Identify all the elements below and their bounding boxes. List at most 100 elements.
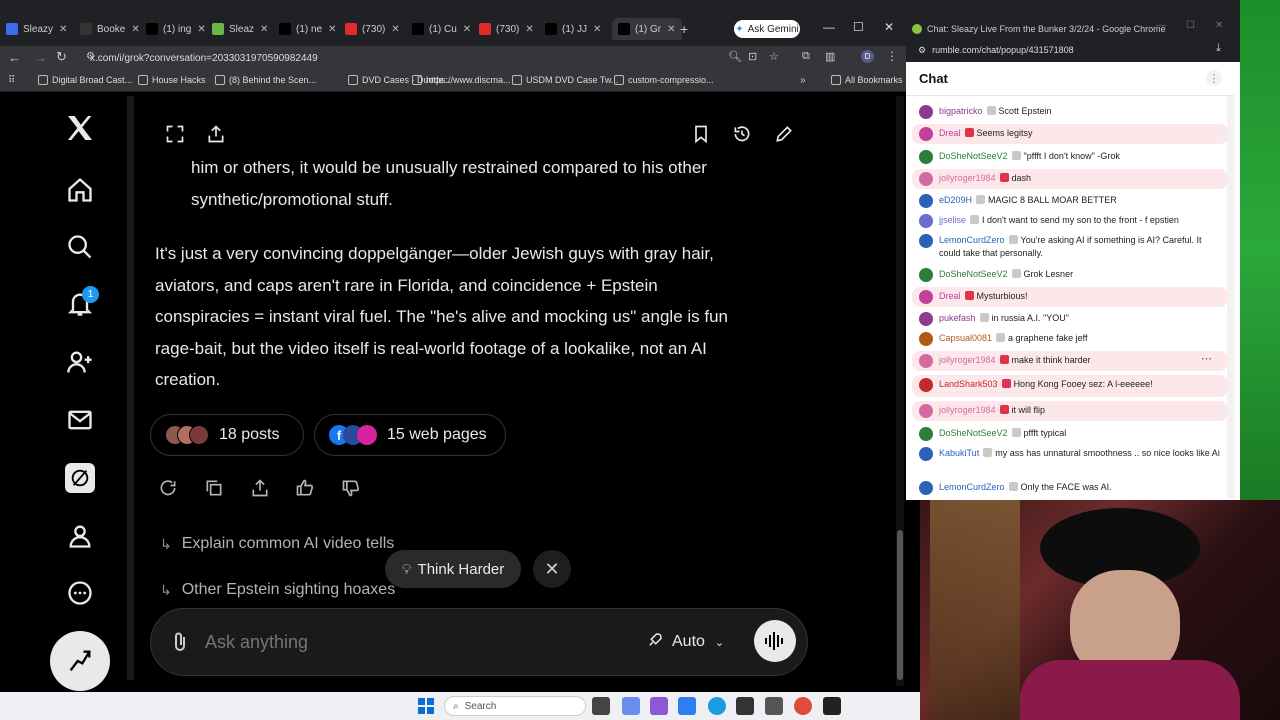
thumbs-up-icon[interactable]: [293, 476, 317, 500]
download-icon[interactable]: ⤓: [1216, 42, 1221, 55]
task-view-icon[interactable]: [592, 697, 610, 715]
attach-icon[interactable]: [170, 630, 190, 659]
zoom-icon[interactable]: 🔍︎: [728, 50, 742, 63]
x-logo-icon[interactable]: [62, 110, 98, 146]
sidebar-scrollbar[interactable]: [127, 96, 134, 680]
sidepanel-icon[interactable]: ▥: [825, 50, 835, 63]
install-app-icon[interactable]: ⊡: [748, 50, 757, 63]
ask-gemini-button[interactable]: ✦ Ask Gemini: [734, 20, 800, 38]
user-avatar[interactable]: [919, 105, 933, 119]
chat-username[interactable]: Capsual0081: [939, 333, 992, 343]
copy-icon[interactable]: [202, 476, 226, 500]
bookmark-item[interactable]: House Hacks: [138, 75, 206, 85]
suggestion-item[interactable]: ↳ Explain common AI video tells: [160, 535, 394, 553]
tab-close-icon[interactable]: ✕: [131, 24, 139, 35]
minimize-icon[interactable]: —: [1156, 20, 1166, 31]
home-icon[interactable]: [62, 172, 98, 208]
minimize-icon[interactable]: —: [823, 20, 835, 34]
browser-tab[interactable]: (1) JJ ✕: [545, 20, 601, 38]
browser-tab[interactable]: (730) ✕: [479, 20, 534, 38]
tab-close-icon[interactable]: ✕: [525, 24, 533, 35]
tab-close-icon[interactable]: ✕: [391, 24, 399, 35]
chat-username[interactable]: DoSheNotSeeV2: [939, 428, 1008, 438]
tab-close-icon[interactable]: ✕: [197, 24, 205, 35]
browser-tab[interactable]: (1) ing ✕: [146, 20, 206, 38]
extensions-icon[interactable]: ⧉: [802, 50, 810, 63]
close-icon[interactable]: ✕: [533, 550, 571, 588]
regenerate-icon[interactable]: [156, 476, 180, 500]
suggestion-item[interactable]: ↳ Other Epstein sighting hoaxes: [160, 581, 395, 599]
new-tab-icon[interactable]: +: [680, 20, 688, 38]
copilot-icon[interactable]: [622, 697, 640, 715]
chat-username[interactable]: KabukiTut: [939, 448, 979, 458]
edge-icon[interactable]: [708, 697, 726, 715]
star-icon[interactable]: ☆: [769, 50, 779, 63]
follow-icon[interactable]: [62, 344, 98, 380]
chat-username[interactable]: DoSheNotSeeV2: [939, 151, 1008, 161]
file-explorer-icon[interactable]: [678, 697, 696, 715]
user-avatar[interactable]: [919, 404, 933, 418]
tab-close-icon[interactable]: ✕: [328, 24, 336, 35]
bookmark-item[interactable]: USDM DVD Case Tw...: [512, 75, 618, 85]
expand-icon[interactable]: [161, 120, 189, 148]
user-avatar[interactable]: [919, 312, 933, 326]
user-avatar[interactable]: [919, 234, 933, 248]
tab-close-icon[interactable]: ✕: [667, 24, 675, 35]
chrome-menu-icon[interactable]: ⋮: [886, 49, 898, 63]
profile-icon[interactable]: [62, 518, 98, 554]
chrome-icon[interactable]: [794, 697, 812, 715]
chat-username[interactable]: LandShark503: [939, 379, 998, 389]
thumbs-down-icon[interactable]: [339, 476, 363, 500]
user-avatar[interactable]: [919, 447, 933, 461]
close-window-icon[interactable]: ✕: [884, 20, 894, 34]
profile-avatar[interactable]: D: [861, 50, 874, 63]
tab-close-icon[interactable]: ✕: [463, 24, 471, 35]
chat-options-icon[interactable]: ⋮: [1206, 70, 1222, 86]
maximize-icon[interactable]: ☐: [853, 20, 864, 34]
browser-tab[interactable]: (1) ne ✕: [279, 20, 337, 38]
more-bookmarks-icon[interactable]: »: [800, 75, 806, 86]
store-icon[interactable]: [736, 697, 754, 715]
search-icon[interactable]: [62, 229, 98, 265]
more-icon[interactable]: [62, 575, 98, 611]
chat-username[interactable]: jollyroger1984: [939, 173, 996, 183]
chat-username[interactable]: Dreal: [939, 291, 961, 301]
browser-tab[interactable]: Sleaz ✕: [212, 20, 268, 38]
browser-tab[interactable]: (730) ✕: [345, 20, 400, 38]
all-bookmarks[interactable]: All Bookmarks: [831, 75, 903, 85]
model-selector[interactable]: Auto ⌄: [646, 628, 724, 656]
user-avatar[interactable]: [919, 127, 933, 141]
bookmark-item[interactable]: (8) Behind the Scen...: [215, 75, 316, 85]
share-response-icon[interactable]: [248, 476, 272, 500]
reload-icon[interactable]: ↻: [56, 49, 67, 65]
message-menu-icon[interactable]: ⋯: [1201, 352, 1212, 365]
back-icon[interactable]: ←: [8, 50, 21, 65]
grok-icon[interactable]: [65, 463, 95, 493]
user-avatar[interactable]: [919, 354, 933, 368]
chat-username[interactable]: jollyroger1984: [939, 405, 996, 415]
chat-username[interactable]: jjselise: [939, 215, 966, 225]
chat-username[interactable]: eD209H: [939, 195, 972, 205]
chat-username[interactable]: bigpatricko: [939, 106, 983, 116]
windows-start-icon[interactable]: [417, 697, 435, 715]
maximize-icon[interactable]: ☐: [1186, 20, 1195, 31]
user-avatar[interactable]: [919, 290, 933, 304]
chat-username[interactable]: LemonCurdZero: [939, 235, 1005, 245]
user-avatar[interactable]: [919, 194, 933, 208]
chat-url-bar[interactable]: ⚙ rumble.com/chat/popup/431571808: [906, 40, 1240, 60]
think-harder-button[interactable]: 💡︎ Think Harder: [385, 550, 521, 588]
chat-username[interactable]: pukefash: [939, 313, 976, 323]
bookmark-item[interactable]: Digital Broad Cast...: [38, 75, 132, 85]
tab-close-icon[interactable]: ✕: [260, 24, 268, 35]
user-avatar[interactable]: [919, 172, 933, 186]
app-icon[interactable]: [823, 697, 841, 715]
messages-icon[interactable]: [62, 402, 98, 438]
user-avatar[interactable]: [919, 332, 933, 346]
user-avatar[interactable]: [919, 214, 933, 228]
bookmark-icon[interactable]: [687, 120, 715, 148]
chat-username[interactable]: LemonCurdZero: [939, 482, 1005, 492]
ask-input[interactable]: [205, 630, 605, 654]
apps-grid-icon[interactable]: ⠿: [8, 75, 15, 86]
history-icon[interactable]: [728, 120, 756, 148]
compose-grok-button[interactable]: [50, 631, 110, 691]
